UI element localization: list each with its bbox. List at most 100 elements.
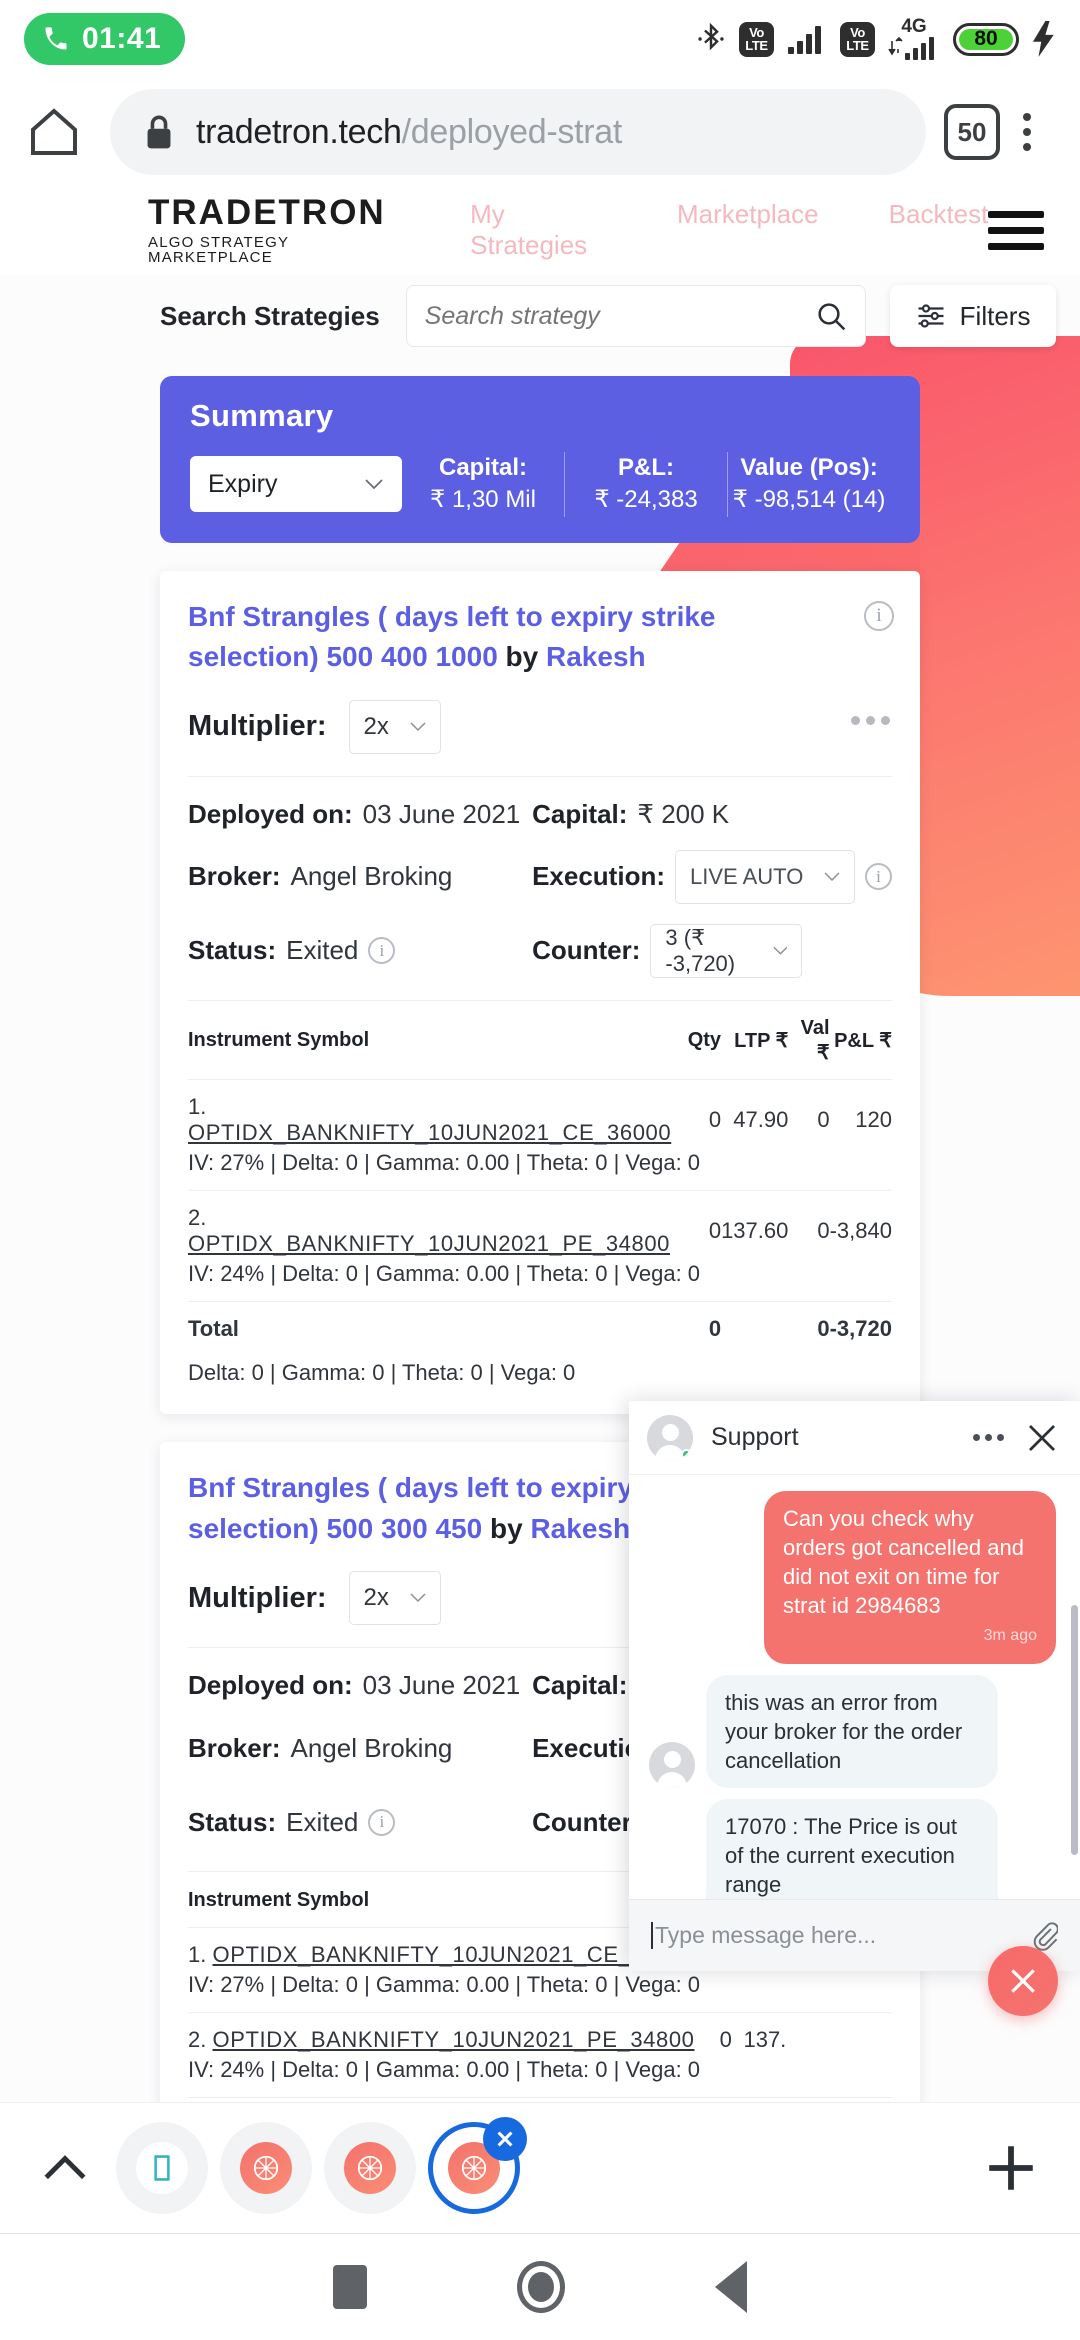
by-label: by: [489, 1512, 523, 1544]
tradetron-favicon: [344, 2142, 396, 2194]
deployed-label: Deployed on:: [188, 1670, 353, 1701]
lock-icon: [147, 115, 171, 149]
chat-message: this was an error from your broker for t…: [649, 1675, 1056, 1789]
tab-count-button[interactable]: 50: [944, 104, 1000, 160]
strategy-card: i Bnf Strangles ( days left to expiry st…: [160, 570, 920, 1414]
capital-label: Capital:: [532, 1670, 628, 1701]
multiplier-select[interactable]: 2x: [348, 699, 441, 754]
instrument-symbol[interactable]: OPTIDX_BANKNIFTY_10JUN2021_CE_36000: [188, 1120, 671, 1145]
paperclip-icon[interactable]: [1030, 1921, 1058, 1951]
broker-value: Angel Broking: [290, 861, 453, 892]
nav-item-marketplace[interactable]: Marketplace: [677, 199, 819, 261]
call-timer: 01:41: [82, 22, 162, 55]
deployed-on-row: Deployed on: 03 June 2021: [188, 799, 532, 830]
strategy-author[interactable]: Rakesh: [546, 641, 646, 672]
square-recents-icon[interactable]: [333, 2265, 367, 2309]
chat-close-fab[interactable]: [988, 1946, 1058, 2016]
filters-button[interactable]: Filters: [889, 285, 1057, 347]
tab-list: [96, 2117, 976, 2214]
url-path: /deployed-strat: [401, 112, 623, 151]
table-row: 2. OPTIDX_BANKNIFTY_10JUN2021_PE_34800 0…: [188, 2012, 892, 2058]
row-greeks: IV: 24% | Delta: 0 | Gamma: 0.00 | Theta…: [188, 2057, 701, 2083]
execution-select[interactable]: LIVE AUTO: [675, 849, 855, 904]
counter-select[interactable]: 3 (₹ -3,720): [650, 923, 803, 978]
close-icon[interactable]: [1026, 1422, 1058, 1454]
capital-label: Capital:: [532, 798, 628, 829]
total-ltp: [731, 2097, 787, 2102]
volte-bottom: LTE: [745, 38, 768, 53]
chat-header: Support: [629, 1401, 1080, 1475]
instrument-symbol[interactable]: OPTIDX_BANKNIFTY_10JUN2021_PE_34800: [212, 2027, 694, 2052]
search-row: Search Strategies Filters: [0, 274, 1080, 358]
row-index: 1.: [188, 1093, 207, 1119]
broker-row: Broker: Angel Broking: [188, 850, 532, 904]
chat-input-placeholder[interactable]: Type message here...: [651, 1922, 876, 1949]
metric-value: ₹ -98,514 (14): [732, 486, 886, 514]
table-header-row: Instrument Symbol Qty LTP ₹ Val ₹ P&L ₹: [188, 999, 892, 1080]
volte-icon-2: Vo LTE: [840, 21, 875, 57]
circle-home-icon[interactable]: [517, 2261, 565, 2313]
chevron-up-icon[interactable]: [34, 2153, 96, 2183]
chat-bubble-outgoing: Can you check why orders got cancelled a…: [764, 1491, 1056, 1665]
hamburger-menu-icon[interactable]: [988, 210, 1044, 250]
info-icon[interactable]: i: [864, 600, 894, 631]
chevron-down-icon: [824, 872, 840, 882]
bluetooth-icon: [698, 22, 724, 51]
multiplier-value: 2x: [363, 712, 389, 740]
search-icon[interactable]: [815, 300, 847, 332]
deployed-on-row: Deployed on: 03 June 2021: [188, 1670, 532, 1701]
total-val: [786, 2097, 834, 2102]
info-icon[interactable]: i: [368, 937, 396, 965]
deployed-value: 03 June 2021: [362, 1670, 521, 1701]
search-field[interactable]: [405, 285, 866, 347]
home-icon[interactable]: [26, 103, 82, 161]
multiplier-select[interactable]: 2x: [348, 1571, 441, 1626]
url-text: tradetron.tech/deployed-strat: [196, 113, 622, 152]
tradetron-favicon: [240, 2142, 292, 2194]
status-row: Status: Exited i: [188, 1795, 532, 1849]
browser-tab[interactable]: [116, 2122, 208, 2214]
chevron-down-icon: [410, 722, 426, 732]
summary-metric-pl: P&L: ₹ -24,383: [564, 452, 727, 517]
brand-logo[interactable]: TRADETRON ALGO STRATEGY MARKETPLACE: [148, 195, 408, 265]
info-icon[interactable]: i: [368, 1808, 396, 1836]
browser-tab[interactable]: [220, 2122, 312, 2214]
close-tab-button[interactable]: [483, 2117, 527, 2161]
row-pl: -3,840: [829, 1189, 892, 1261]
col-instrument-symbol: Instrument Symbol: [188, 999, 688, 1080]
row-ltp: 137.: [731, 2012, 787, 2058]
strategy-author[interactable]: Rakesh: [530, 1513, 630, 1544]
chat-bubble-incoming: this was an error from your broker for t…: [706, 1675, 998, 1789]
search-input[interactable]: [424, 301, 815, 331]
summary-card: Summary Expiry Capital: ₹ 1,30 Mil P&L: …: [160, 376, 920, 543]
by-label: by: [505, 641, 539, 673]
broker-label: Broker:: [188, 861, 281, 892]
card-overflow-menu[interactable]: [851, 715, 890, 725]
active-call-pill[interactable]: 01:41: [24, 13, 186, 65]
summary-period-select[interactable]: Expiry: [190, 456, 402, 513]
address-bar[interactable]: tradetron.tech/deployed-strat: [110, 89, 926, 175]
row-qty: 0: [698, 2012, 732, 2058]
signal-bars-icon-2: [888, 37, 934, 60]
chat-menu-icon[interactable]: [973, 1434, 1004, 1441]
execution-value: LIVE AUTO: [690, 863, 804, 889]
row-greeks: IV: 27% | Delta: 0 | Gamma: 0.00 | Theta…: [188, 1149, 701, 1175]
info-icon[interactable]: i: [865, 863, 892, 891]
browser-tab-active[interactable]: [428, 2117, 527, 2214]
strategy-title[interactable]: Bnf Strangles ( days left to expiry stri…: [188, 597, 892, 678]
total-label: Total: [188, 2097, 699, 2102]
nav-item-backtest[interactable]: Backtest: [889, 199, 989, 261]
instrument-symbol[interactable]: OPTIDX_BANKNIFTY_10JUN2021_PE_34800: [188, 1231, 670, 1256]
browser-tab[interactable]: [324, 2122, 416, 2214]
new-tab-button[interactable]: [976, 2139, 1046, 2197]
total-ltp: [721, 1300, 789, 1346]
triangle-back-icon[interactable]: [715, 2261, 747, 2313]
chat-message: 17070 : The Price is out of the current …: [649, 1799, 1056, 1899]
browser-menu-button[interactable]: [1000, 113, 1054, 151]
nav-item-my-strategies[interactable]: My Strategies: [470, 199, 607, 261]
total-qty: 0: [687, 1300, 722, 1346]
android-nav-bar: [0, 2234, 1080, 2340]
instrument-symbol[interactable]: OPTIDX_BANKNIFTY_10JUN2021_CE_36000: [212, 1942, 695, 1967]
chat-scrollbar[interactable]: [1071, 1605, 1078, 1855]
col-pl: P&L ₹: [829, 999, 892, 1080]
